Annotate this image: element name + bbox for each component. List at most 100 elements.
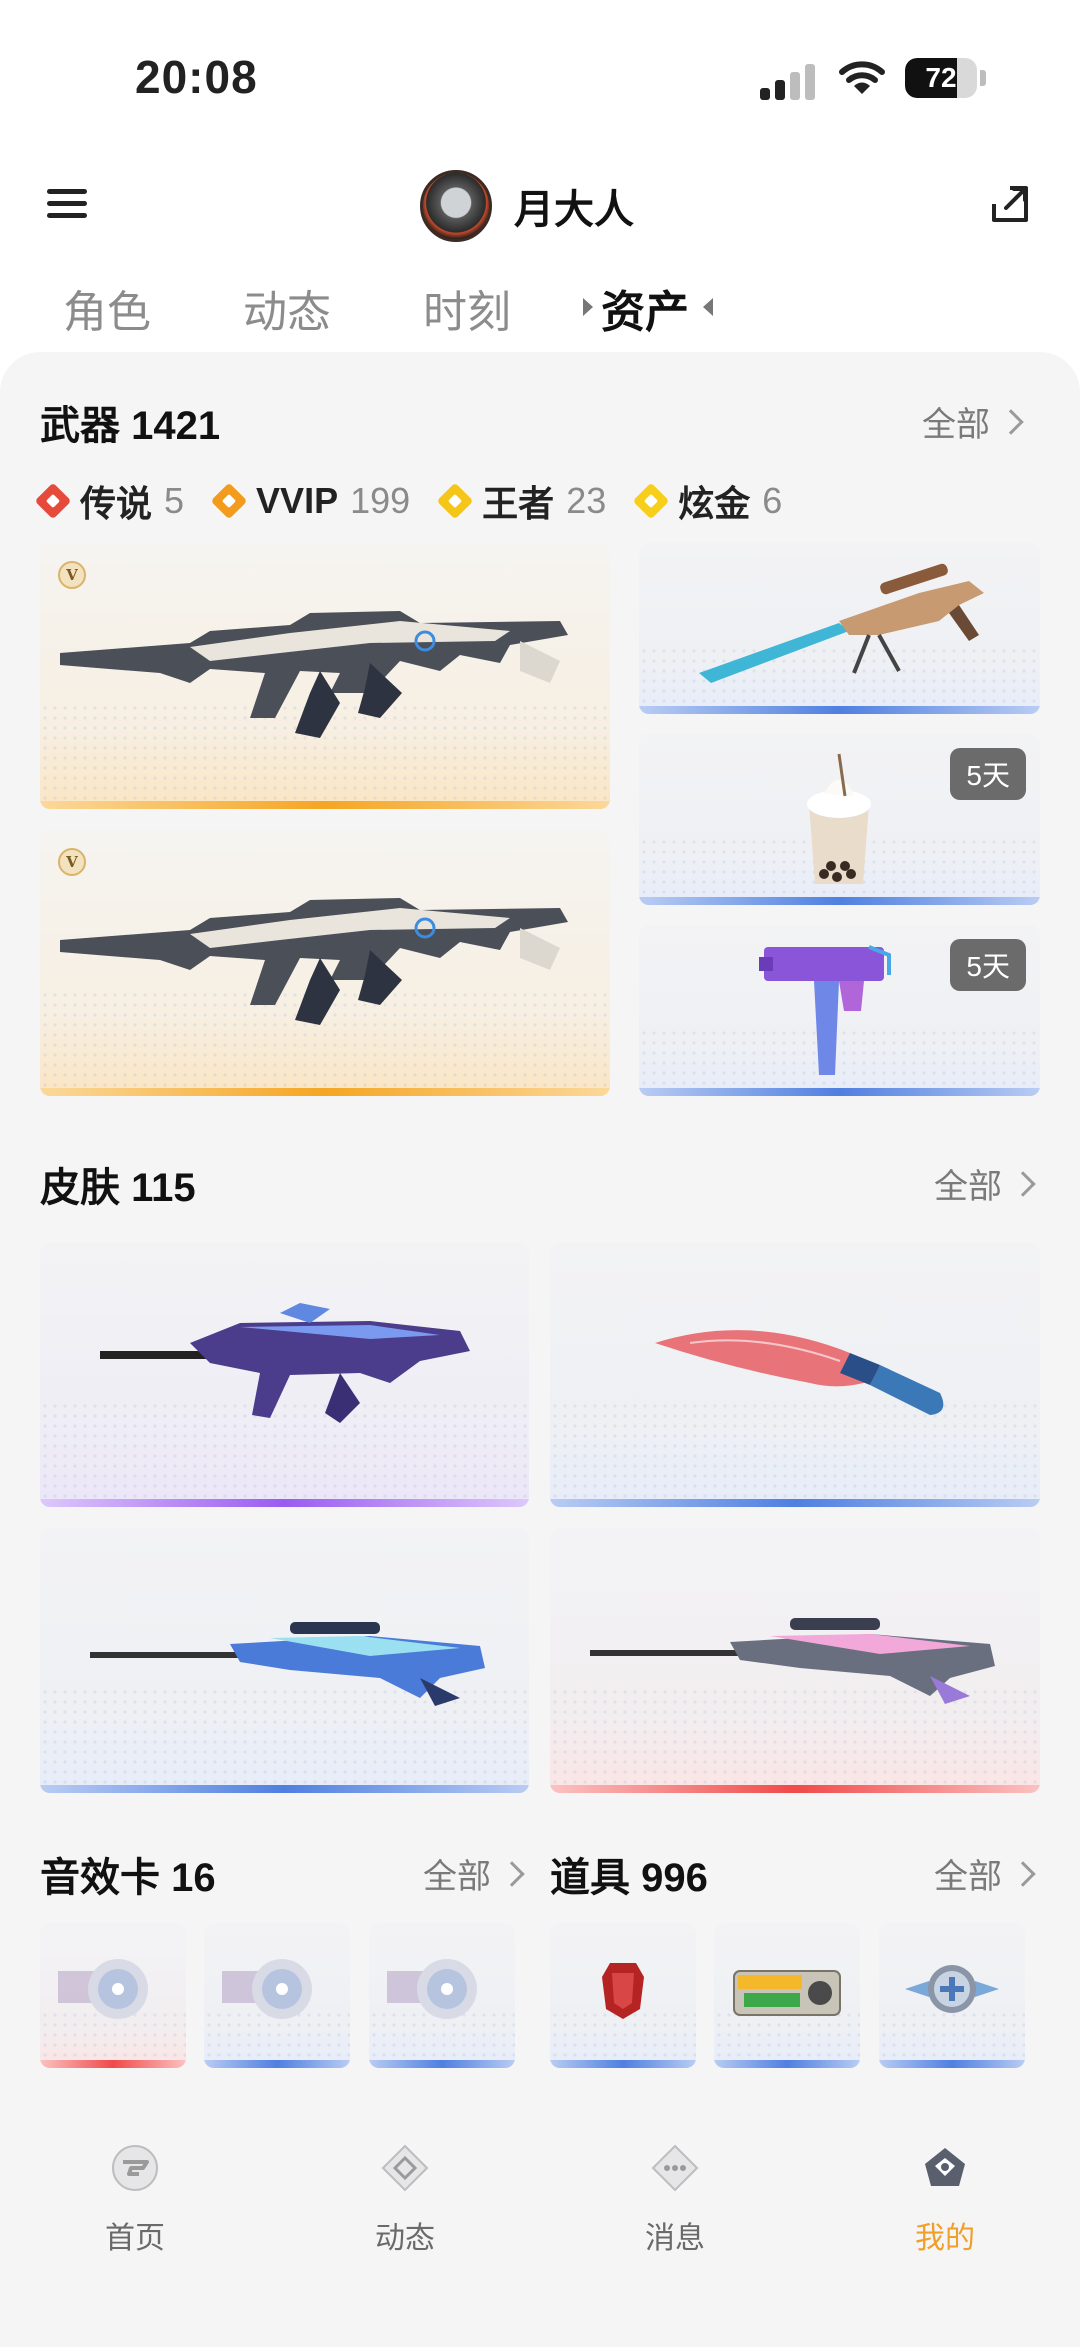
menu-icon[interactable] [47, 187, 87, 221]
prop-item[interactable] [714, 1923, 860, 2068]
sound-cards-view-all-button[interactable]: 全部 [423, 1849, 525, 1898]
nav-feed[interactable]: 动态 [315, 2142, 495, 2257]
rarity-bar [550, 2060, 696, 2068]
medal-icon [905, 1965, 999, 2013]
nav-profile[interactable]: 我的 [855, 2142, 1035, 2257]
weapon-card[interactable] [639, 543, 1040, 714]
cd-disc-icon [222, 1959, 312, 2019]
top-header: 月大人 [0, 160, 1080, 250]
sound-cards-title: 音效卡 [40, 1856, 160, 1900]
tab-indicator-left-icon [583, 298, 593, 316]
sound-cards-section-title: 音效卡 16 [40, 1845, 216, 1903]
tab-indicator-right-icon [703, 298, 713, 316]
tab-moments[interactable]: 时刻 [423, 276, 511, 340]
rarity-bar [639, 706, 1040, 714]
rarity-bar [40, 1785, 529, 1793]
skins-title: 皮肤 [40, 1166, 120, 1210]
weapon-card[interactable]: V [40, 543, 610, 809]
sniper-rifle-icon [699, 563, 984, 683]
props-view-all-label: 全部 [934, 1858, 1002, 1896]
rarity-count: 5 [164, 480, 185, 521]
rarity-bar [714, 2060, 860, 2068]
status-time: 20:08 [135, 51, 258, 103]
sound-card-item[interactable] [369, 1923, 515, 2068]
weapons-section-title: 武器 1421 [40, 393, 220, 451]
rarity-bar [40, 2060, 186, 2068]
rarity-bar [40, 1499, 529, 1507]
profile-icon [925, 2148, 965, 2186]
cd-disc-icon [58, 1959, 148, 2019]
skin-card[interactable] [550, 1243, 1040, 1507]
rarity-name: 炫金 [678, 483, 751, 524]
king-diamond-icon [436, 482, 474, 520]
rarity-bar [639, 897, 1040, 905]
avatar[interactable] [420, 170, 492, 242]
skins-section-title: 皮肤 115 [40, 1155, 196, 1213]
prop-item[interactable] [879, 1923, 1025, 2068]
prop-item[interactable] [550, 1923, 696, 2068]
rarity-name: 王者 [482, 483, 555, 524]
cd-disc-icon [387, 1959, 477, 2019]
skins-count: 115 [131, 1166, 196, 1210]
bottom-navigation: 首页 动态 消息 我的 [0, 2092, 1080, 2347]
skins-view-all-button[interactable]: 全部 [934, 1159, 1036, 1208]
weapons-title: 武器 [40, 404, 120, 448]
skin-card[interactable] [550, 1528, 1040, 1793]
assault-rifle-skin-icon [100, 1303, 470, 1423]
share-icon[interactable] [990, 184, 1030, 224]
gold-diamond-icon [632, 482, 670, 520]
weapons-count: 1421 [131, 404, 221, 448]
sound-card-item[interactable] [40, 1923, 186, 2068]
rarity-gold: 炫金 6 [632, 475, 782, 527]
nav-home[interactable]: 首页 [45, 2142, 225, 2257]
battery-icon: 72 [905, 58, 977, 98]
rarity-bar [40, 801, 610, 809]
item-card[interactable]: 5天 [639, 734, 1040, 905]
vip-badge-icon: V [58, 848, 86, 876]
battery-level: 72 [925, 62, 957, 93]
skin-card[interactable] [40, 1528, 529, 1793]
chevron-right-icon [998, 408, 1024, 435]
tab-character[interactable]: 角色 [63, 276, 151, 340]
sniper-rifle-skin-icon [90, 1622, 485, 1706]
chevron-right-icon [1010, 1860, 1036, 1887]
rarity-count: 23 [566, 480, 607, 521]
rarity-bar [879, 2060, 1025, 2068]
nav-label: 动态 [375, 2222, 435, 2255]
nav-messages[interactable]: 消息 [585, 2142, 765, 2257]
status-bar: 20:08 72 [0, 0, 1080, 150]
skins-view-all-label: 全部 [934, 1168, 1002, 1206]
rarity-vvip: VVIP 199 [210, 480, 410, 522]
assault-rifle-icon [60, 898, 568, 1025]
skin-card[interactable] [40, 1243, 529, 1507]
profile-tabs: 角色 动态 时刻 资产 [0, 262, 1080, 352]
nav-label: 首页 [105, 2222, 165, 2255]
weapon-card[interactable]: 5天 [639, 925, 1040, 1096]
message-icon [651, 2144, 699, 2192]
legendary-diamond-icon [34, 482, 72, 520]
nav-label: 消息 [645, 2222, 705, 2255]
rarity-bar [639, 1088, 1040, 1096]
rarity-name: 传说 [80, 483, 153, 524]
feed-icon [381, 2144, 429, 2192]
weapons-view-all-label: 全部 [922, 406, 990, 444]
rarity-bar [550, 1785, 1040, 1793]
kukri-knife-icon [655, 1330, 944, 1415]
weapon-card[interactable]: V [40, 830, 610, 1096]
rarity-bar [40, 1088, 610, 1096]
sound-cards-count: 16 [171, 1856, 216, 1900]
tab-assets[interactable]: 资产 [601, 276, 689, 340]
weapons-view-all-button[interactable]: 全部 [922, 397, 1024, 446]
props-view-all-button[interactable]: 全部 [934, 1849, 1036, 1898]
props-count: 996 [641, 1856, 708, 1900]
chevron-right-icon [1010, 1170, 1036, 1197]
rarity-bar [204, 2060, 350, 2068]
tab-feed[interactable]: 动态 [243, 276, 331, 340]
sound-card-item[interactable] [204, 1923, 350, 2068]
chevron-right-icon [499, 1860, 525, 1887]
rarity-king: 王者 23 [436, 475, 607, 527]
profile-summary[interactable]: 月大人 [420, 168, 634, 244]
coupon-icon [733, 1970, 841, 2016]
duration-badge: 5天 [950, 939, 1026, 991]
rarity-bar [550, 1499, 1040, 1507]
